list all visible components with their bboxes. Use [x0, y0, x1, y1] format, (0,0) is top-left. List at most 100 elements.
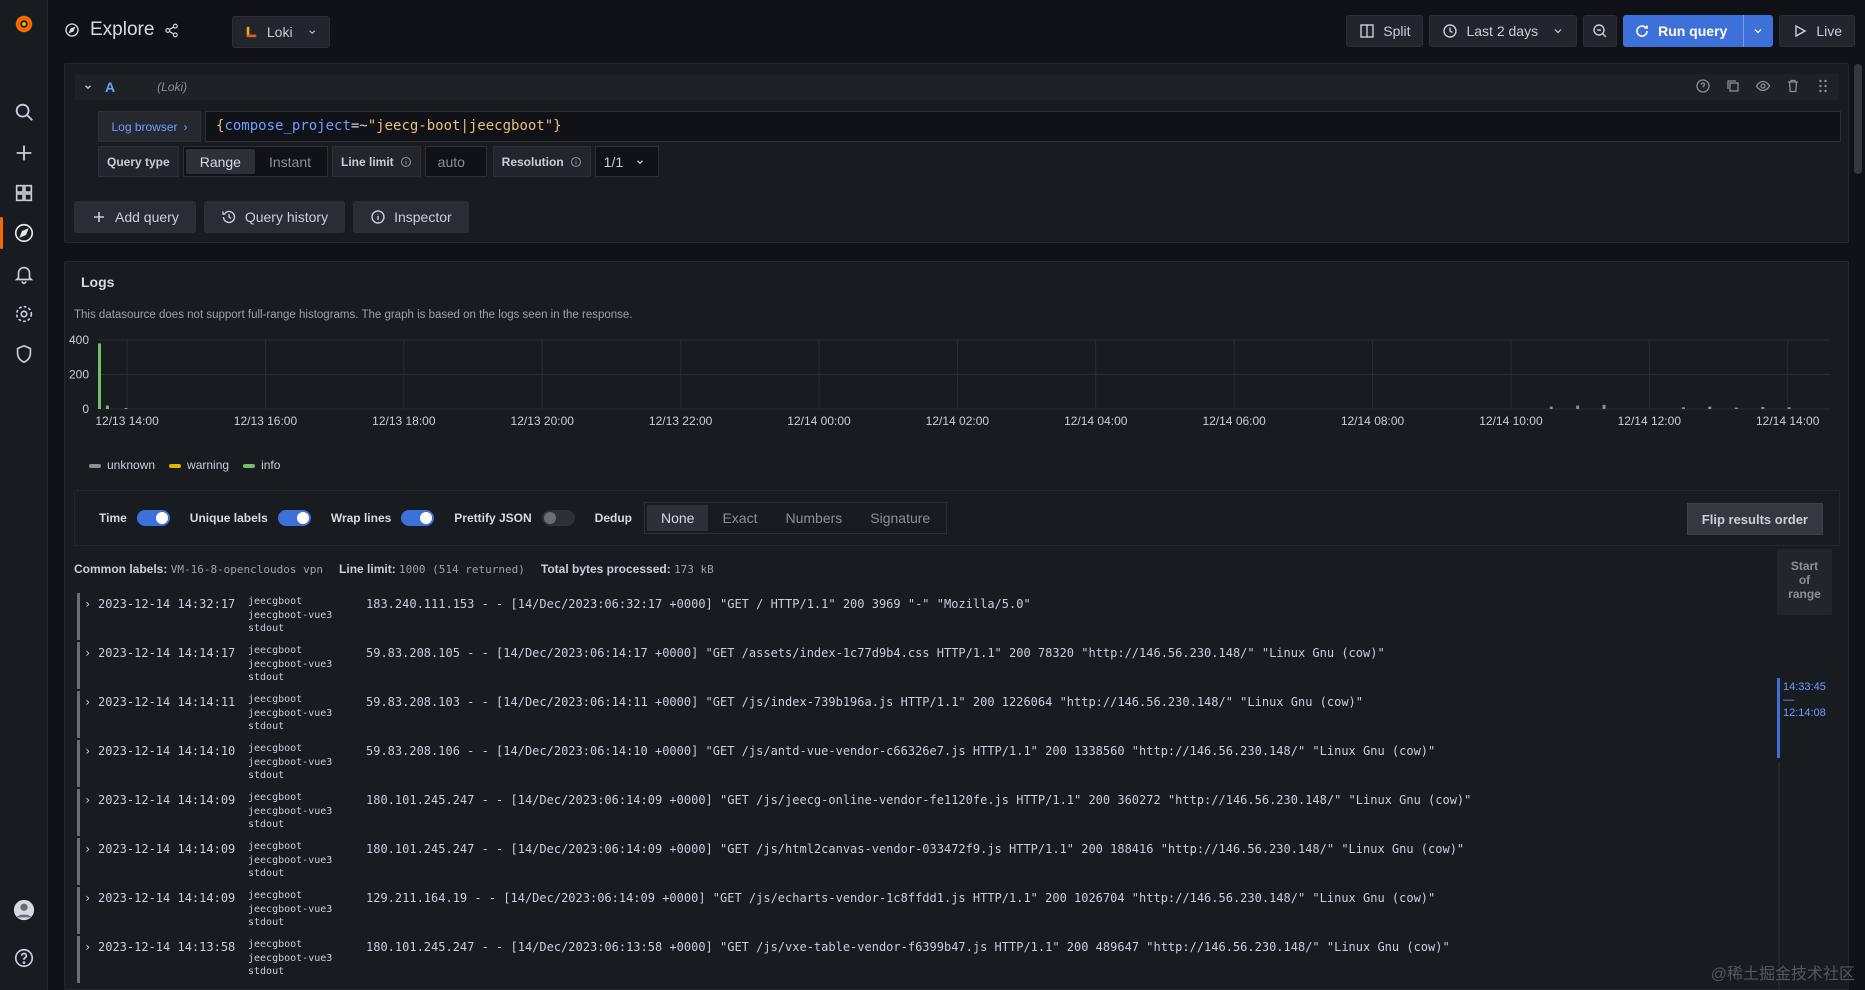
info-icon[interactable] — [400, 156, 412, 168]
x-tick-label: 12/14 02:00 — [926, 414, 990, 427]
chevron-right-icon[interactable]: › — [84, 793, 98, 807]
query-type-label: Query type — [98, 146, 179, 177]
avatar[interactable] — [0, 890, 48, 930]
chevron-down-icon[interactable] — [83, 82, 93, 92]
live-button[interactable]: Live — [1779, 15, 1855, 47]
query-type-instant[interactable]: Instant — [255, 149, 325, 174]
plus-icon[interactable] — [0, 133, 48, 173]
help-icon[interactable] — [1695, 78, 1711, 94]
legend-item-info[interactable]: info — [243, 458, 280, 472]
log-label: jeecgboot — [248, 596, 303, 607]
log-browser-button[interactable]: Log browser › — [98, 111, 201, 142]
histogram-legend: unknown warning info — [89, 458, 280, 472]
log-labels: jeecgboot jeecgboot-vue3 stdout — [248, 595, 366, 636]
query-type-radio[interactable]: Range Instant — [182, 146, 328, 177]
eye-icon[interactable] — [1755, 78, 1771, 94]
wrap-lines-toggle[interactable]: Wrap lines — [331, 510, 435, 526]
chevron-right-icon[interactable]: › — [84, 744, 98, 758]
histogram-bar-unknown — [1708, 406, 1712, 409]
query-history-label: Query history — [244, 209, 329, 225]
search-icon[interactable] — [0, 92, 48, 132]
help-icon[interactable] — [0, 938, 48, 978]
query-letter[interactable]: A — [105, 79, 115, 95]
datasource-picker[interactable]: Loki — [232, 16, 330, 48]
log-timestamp: 2023-12-14 14:14:09 — [98, 842, 236, 856]
unique-labels-toggle[interactable]: Unique labels — [190, 510, 311, 526]
line-limit-input[interactable]: auto — [424, 146, 487, 177]
inspector-button[interactable]: Inspector — [353, 201, 469, 233]
dedup-radio[interactable]: None Exact Numbers Signature — [644, 502, 948, 534]
flip-results-order-button[interactable]: Flip results order — [1686, 503, 1823, 535]
chevron-right-icon[interactable]: › — [84, 646, 98, 660]
log-row[interactable]: › 2023-12-14 14:14:17 jeecgboot jeecgboot-v… — [74, 642, 1754, 691]
histogram-bar-unknown — [1576, 405, 1580, 409]
y-tick-label: 200 — [69, 368, 89, 382]
run-query-button[interactable]: Run query — [1623, 15, 1774, 47]
duplicate-icon[interactable] — [1725, 78, 1741, 94]
query-history-button[interactable]: Query history — [203, 201, 346, 233]
query-row-header[interactable]: A (Loki) — [75, 74, 1839, 100]
dedup-none[interactable]: None — [647, 505, 709, 531]
prettify-json-label: Prettify JSON — [454, 511, 532, 525]
share-icon[interactable] — [164, 23, 179, 38]
histogram-bar-unknown — [1734, 407, 1738, 409]
dedup-numbers[interactable]: Numbers — [771, 505, 856, 531]
datasource-name: Loki — [266, 24, 293, 40]
log-label: jeecgboot — [248, 792, 303, 803]
x-tick-label: 12/14 14:00 — [1756, 414, 1820, 427]
chevron-right-icon[interactable]: › — [84, 891, 98, 905]
log-row[interactable]: › 2023-12-14 14:13:58 jeecgboot jeecgboot-v… — [74, 936, 1754, 985]
page-title-text: Explore — [90, 19, 155, 40]
legend-item-unknown[interactable]: unknown — [89, 458, 155, 472]
range-bottom-time: 12:14:08 — [1783, 707, 1826, 719]
resolution-select[interactable]: 1/1 — [594, 146, 659, 177]
grafana-logo-icon[interactable] — [0, 4, 48, 44]
plus-icon — [94, 212, 104, 222]
chevron-down-icon[interactable] — [1752, 25, 1764, 37]
histogram-notice: This datasource does not support full-ra… — [74, 309, 633, 321]
add-query-button[interactable]: Add query — [74, 201, 196, 233]
legend-item-warning[interactable]: warning — [169, 458, 229, 472]
logs-title: Logs — [81, 274, 115, 290]
drag-handle-icon[interactable] — [1815, 78, 1831, 94]
dedup-signature[interactable]: Signature — [856, 505, 944, 531]
info-icon[interactable] — [570, 156, 582, 168]
chevron-right-icon[interactable]: › — [84, 695, 98, 709]
start-of-range-button[interactable]: Start of range — [1777, 549, 1832, 615]
zoom-out-button[interactable] — [1583, 15, 1618, 47]
bell-icon[interactable] — [0, 254, 48, 294]
chevron-right-icon[interactable]: › — [84, 940, 98, 954]
x-tick-label: 12/14 04:00 — [1064, 414, 1128, 427]
dedup-exact[interactable]: Exact — [708, 505, 771, 531]
dashboards-icon[interactable] — [0, 173, 48, 213]
time-switch[interactable] — [136, 510, 170, 526]
log-row[interactable]: › 2023-12-14 14:32:17 jeecgboot jeecgboot-v… — [74, 593, 1754, 642]
wrap-lines-switch[interactable] — [401, 510, 435, 526]
log-labels: jeecgboot jeecgboot-vue3 stdout — [248, 791, 366, 832]
split-button[interactable]: Split — [1346, 15, 1424, 47]
run-query-label: Run query — [1658, 23, 1728, 39]
logs-volume-histogram[interactable]: 0 200 400 12/13 14:00 12/13 16:00 12/13 18:00… — [65, 332, 1849, 427]
trash-icon[interactable] — [1785, 78, 1801, 94]
current-range-indicator[interactable]: 14:33:45 — 12:14:08 — [1777, 678, 1832, 758]
explore-compass-icon[interactable] — [0, 213, 48, 253]
log-row[interactable]: › 2023-12-14 14:14:11 jeecgboot jeecgboot-v… — [74, 691, 1754, 740]
shield-icon[interactable] — [0, 334, 48, 374]
query-input[interactable]: {compose_project=~"jeecg-boot|jeecgboot"… — [205, 111, 1841, 142]
query-label-value: "jeecg-boot|jeecgboot" — [367, 118, 554, 134]
log-row[interactable]: › 2023-12-14 14:14:10 jeecgboot jeecgboot-v… — [74, 740, 1754, 789]
chevron-right-icon[interactable]: › — [84, 842, 98, 856]
prettify-json-toggle[interactable]: Prettify JSON — [454, 510, 575, 526]
log-row[interactable]: › 2023-12-14 14:14:09 jeecgboot jeecgboot-v… — [74, 789, 1754, 838]
gear-icon[interactable] — [0, 294, 48, 334]
unique-labels-switch[interactable] — [277, 510, 311, 526]
prettify-json-switch[interactable] — [541, 510, 575, 526]
log-row[interactable]: › 2023-12-14 14:14:09 jeecgboot jeecgboot-v… — [74, 838, 1754, 887]
scrollbar[interactable] — [1854, 64, 1862, 174]
chevron-right-icon[interactable]: › — [84, 597, 98, 611]
time-range-picker[interactable]: Last 2 days — [1429, 15, 1578, 47]
log-label: jeecgboot-vue3 — [248, 658, 333, 670]
log-row[interactable]: › 2023-12-14 14:14:09 jeecgboot jeecgboot-v… — [74, 887, 1754, 936]
query-type-range[interactable]: Range — [185, 149, 255, 174]
time-toggle[interactable]: Time — [99, 510, 170, 526]
